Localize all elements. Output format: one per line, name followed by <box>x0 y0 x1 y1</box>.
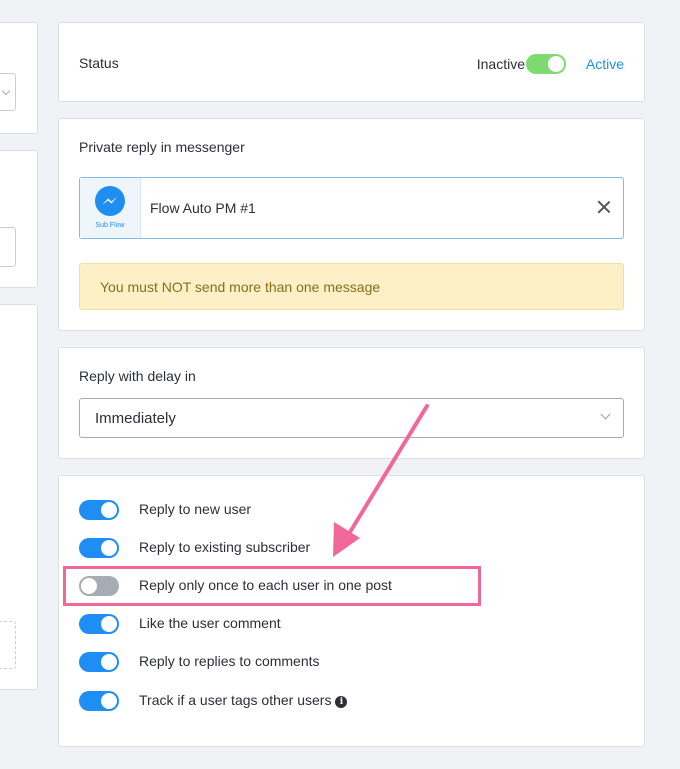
annotation-arrow <box>333 404 429 557</box>
